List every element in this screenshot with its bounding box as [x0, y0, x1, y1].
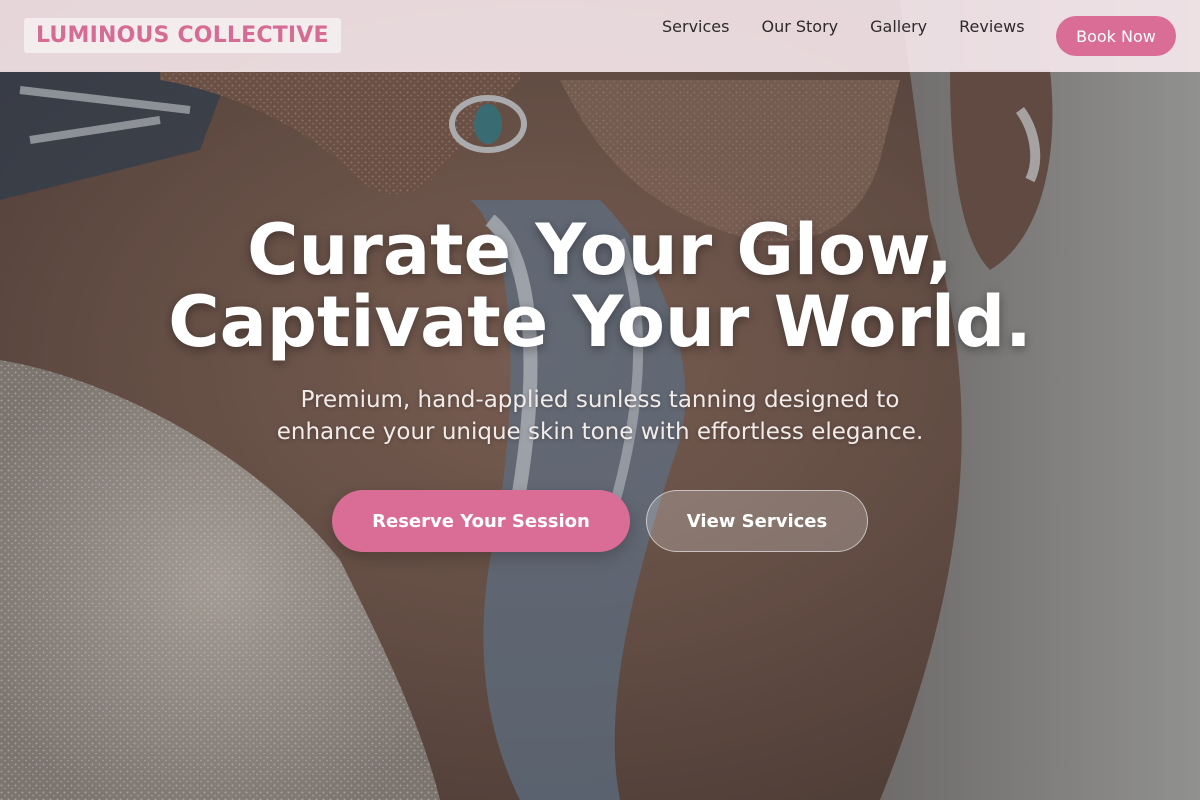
- top-navbar: LUMINOUS COLLECTIVE Services Our Story G…: [0, 0, 1200, 72]
- brand-logo[interactable]: LUMINOUS COLLECTIVE: [24, 18, 341, 53]
- hero-headline-line-2: Captivate Your World.: [168, 281, 1032, 363]
- reserve-session-button[interactable]: Reserve Your Session: [332, 490, 630, 552]
- hero-subheadline: Premium, hand-applied sunless tanning de…: [276, 387, 924, 445]
- main-nav: Services Our Story Gallery Reviews: [646, 16, 1041, 38]
- book-now-button[interactable]: Book Now: [1056, 16, 1176, 56]
- hero-content: Curate Your Glow, Captivate Your World. …: [0, 214, 1200, 552]
- hero-headline: Curate Your Glow, Captivate Your World.: [0, 214, 1200, 358]
- hero-cta-row: Reserve Your Session View Services: [0, 490, 1200, 552]
- nav-link-reviews[interactable]: Reviews: [943, 16, 1040, 38]
- brand-name: LUMINOUS COLLECTIVE: [36, 23, 329, 48]
- nav-link-our-story[interactable]: Our Story: [745, 16, 854, 38]
- nav-link-gallery[interactable]: Gallery: [854, 16, 943, 38]
- nav-link-services[interactable]: Services: [646, 16, 745, 38]
- hero-headline-line-1: Curate Your Glow,: [247, 209, 953, 291]
- view-services-button[interactable]: View Services: [646, 490, 868, 552]
